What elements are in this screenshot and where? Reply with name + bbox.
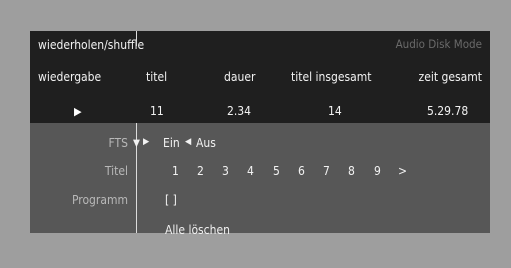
column-total-time: zeit gesamt xyxy=(418,70,482,84)
current-track-value: 11 xyxy=(150,104,164,118)
clear-all-button[interactable]: Alle löschen xyxy=(165,224,230,236)
fts-label: FTS xyxy=(108,136,128,150)
arrow-right-icon: ▶ xyxy=(143,137,150,147)
track-number-8[interactable]: 8 xyxy=(348,165,355,177)
total-tracks-value: 14 xyxy=(328,104,342,118)
fts-off-option[interactable]: Aus xyxy=(196,137,216,149)
arrow-left-icon: ◀ xyxy=(185,137,192,147)
header-divider xyxy=(136,31,137,46)
fts-on-option[interactable]: Ein xyxy=(163,137,180,149)
duration-value: 2.34 xyxy=(227,104,252,118)
audio-disk-panel: wiederholen/shuffle Audio Disk Mode wied… xyxy=(30,31,490,236)
program-value[interactable]: [ ] xyxy=(165,194,177,206)
column-total-tracks: titel insgesamt xyxy=(291,70,372,84)
arrow-down-icon: ▼ xyxy=(133,138,140,149)
column-duration: dauer xyxy=(224,70,256,84)
track-number-5[interactable]: 5 xyxy=(273,165,280,177)
track-next-button[interactable]: > xyxy=(398,165,407,177)
track-number-9[interactable]: 9 xyxy=(374,165,381,177)
track-number-4[interactable]: 4 xyxy=(247,165,254,177)
total-time-value: 5.29.78 xyxy=(427,104,469,118)
track-number-3[interactable]: 3 xyxy=(222,165,229,177)
track-label: Titel xyxy=(104,164,128,178)
track-number-6[interactable]: 6 xyxy=(298,165,305,177)
column-track: titel xyxy=(146,70,168,84)
program-label: Programm xyxy=(71,193,128,207)
page-title: wiederholen/shuffle xyxy=(38,38,145,52)
track-number-2[interactable]: 2 xyxy=(197,165,204,177)
status-bar: wiederholen/shuffle Audio Disk Mode wied… xyxy=(30,31,490,123)
track-number-1[interactable]: 1 xyxy=(172,165,179,177)
play-icon: ▶ xyxy=(74,105,82,118)
mode-label: Audio Disk Mode xyxy=(395,37,482,51)
track-number-7[interactable]: 7 xyxy=(323,165,330,177)
column-playback: wiedergabe xyxy=(38,70,102,84)
